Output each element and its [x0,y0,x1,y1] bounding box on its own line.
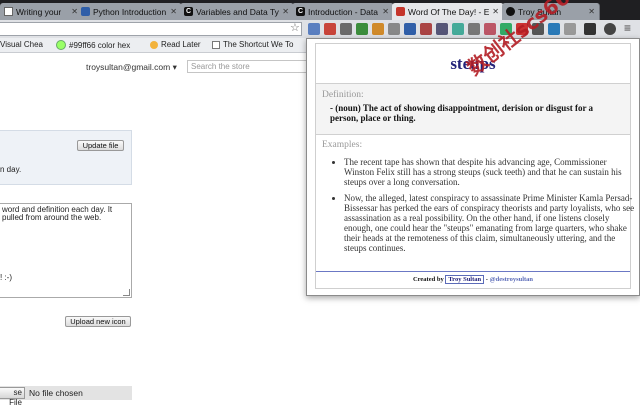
no-file-label: No file chosen [29,388,83,398]
tab-python[interactable]: Python Introduction - ✕ [77,3,182,20]
extension-icon[interactable] [452,23,464,35]
popup-footer: Created by Troy Sultan - @destroysultan [316,275,630,284]
description-fragment: n day. [0,165,22,174]
extension-icon[interactable] [584,23,596,35]
example-item: The recent tape has shown that despite h… [344,157,636,187]
extension-icon[interactable] [420,23,432,35]
close-icon[interactable]: ✕ [585,7,595,16]
close-icon[interactable]: ✕ [379,7,389,16]
tab-label: Word Of The Day! - Ed [408,6,490,17]
extension-icon[interactable] [324,23,336,35]
read-later-icon [150,40,158,49]
extension-icon[interactable] [468,23,480,35]
footer-prefix: Created by [412,276,444,283]
close-icon[interactable]: ✕ [279,7,289,16]
extension-icon[interactable] [308,23,320,35]
tab-writing[interactable]: Writing your ✕ [0,3,83,20]
choose-file-button[interactable]: se File [0,387,25,407]
account-email[interactable]: troysultan@gmail.com ▾ [86,62,177,73]
tab-introduction[interactable]: C Introduction - Data M ✕ [292,3,394,20]
bookmark-item[interactable]: The Shortcut We To [212,40,293,49]
extension-icon[interactable] [340,23,352,35]
tab-label: Variables and Data Typ [196,6,280,17]
bookmark-star-icon[interactable]: ☆ [290,21,300,34]
update-file-button[interactable]: Update file [77,140,124,151]
example-item: Now, the alleged, latest conspiracy to a… [344,193,636,253]
menu-icon[interactable]: ≡ [624,21,631,35]
extension-icon[interactable] [404,23,416,35]
tab-label: Python Introduction - [93,6,168,17]
codecademy-icon: C [296,7,305,16]
examples-list: The recent tape has shown that despite h… [330,157,636,259]
close-icon[interactable]: ✕ [167,7,177,16]
address-bar[interactable] [0,22,302,36]
bookmark-label: Read Later [161,40,201,49]
extension-icon[interactable] [356,23,368,35]
tab-variables[interactable]: C Variables and Data Typ ✕ [180,3,294,20]
extension-icon[interactable] [388,23,400,35]
popup-card: steups Definition: - (noun) The act of s… [315,43,634,289]
footer-rule [316,271,630,272]
bookmark-label: Visual Chea [0,40,43,49]
extension-icon[interactable] [564,23,576,35]
bookmark-label: #99ff66 color hex [69,40,131,50]
extension-icon[interactable] [372,23,384,35]
bookmark-item[interactable]: Visual Chea [0,40,43,49]
extension-icon[interactable] [548,23,560,35]
python-icon [81,7,90,16]
color-icon [56,40,66,50]
description-line: ! :-) [0,273,12,282]
author-link[interactable]: Troy Sultan [445,275,485,284]
document-icon [4,7,13,16]
bookmark-label: The Shortcut We To [223,40,294,49]
extension-icon[interactable] [436,23,448,35]
word-of-the-day-popup: steups Definition: - (noun) The act of s… [306,38,640,296]
word-of-the-day-icon[interactable] [604,23,616,35]
description-line: pulled from around the web. [2,213,102,222]
resize-handle-icon[interactable] [123,289,130,296]
divider [316,134,630,135]
definition-label: Definition: [322,90,364,100]
tab-label: Introduction - Data M [308,6,379,17]
examples-label: Examples: [322,140,363,150]
upload-new-icon-button[interactable]: Upload new icon [65,316,131,327]
page-icon [212,40,220,49]
codecademy-icon: C [184,7,193,16]
definition-text: - (noun) The act of showing disappointme… [330,103,594,123]
chrome-store-icon [396,7,405,16]
bookmark-item[interactable]: Read Later [150,40,201,49]
search-input[interactable]: Search the store [187,60,312,73]
upload-panel [0,130,132,185]
tab-label: Writing your [16,6,62,17]
bookmark-item[interactable]: #99ff66 color hex [56,40,130,50]
tab-word-of-the-day[interactable]: Word Of The Day! - Ed ✕ [392,3,504,20]
close-icon[interactable]: ✕ [489,7,499,16]
twitter-handle-link[interactable]: @destroysultan [490,276,534,283]
